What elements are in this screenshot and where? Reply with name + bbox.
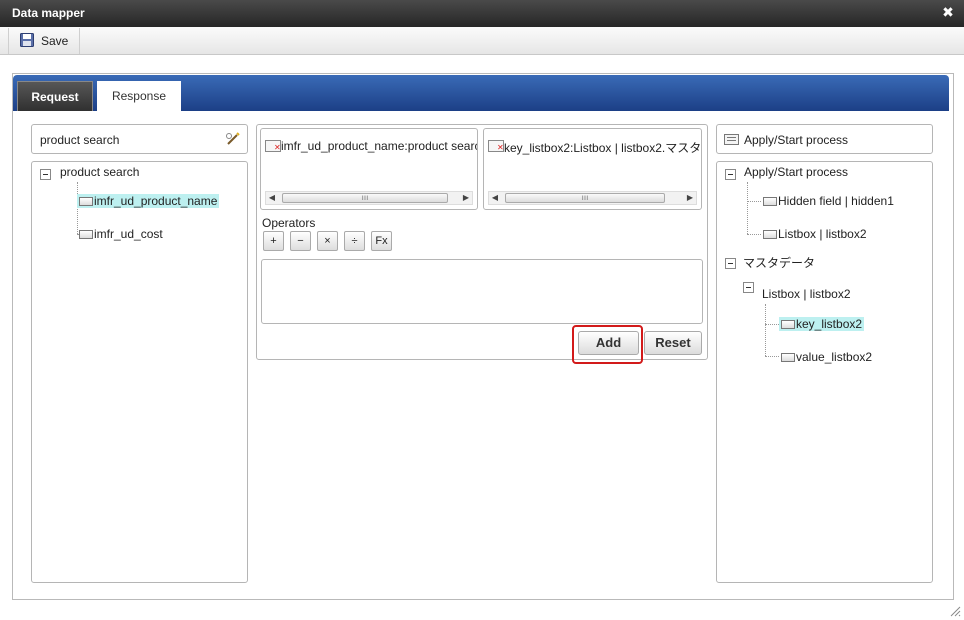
window-titlebar: Data mapper ✖ [0, 0, 964, 27]
scroll-right-icon[interactable]: ▶ [684, 192, 696, 204]
right-tree-subgroup[interactable]: Listbox | listbox2 [762, 287, 851, 301]
left-tree-root[interactable]: product search [60, 165, 139, 179]
scroll-thumb[interactable]: ııı [282, 193, 448, 203]
right-tree-root[interactable]: Apply/Start process [744, 165, 848, 179]
tree-line [765, 356, 779, 357]
field-icon [781, 320, 795, 329]
operators-label: Operators [262, 216, 316, 230]
tree-line [77, 182, 78, 234]
broken-link-icon [488, 140, 504, 152]
field-icon [79, 197, 93, 206]
horizontal-scrollbar[interactable]: ◀ ııı ▶ [488, 191, 697, 205]
left-tree-item-label: imfr_ud_cost [94, 227, 163, 241]
tree-line [765, 324, 779, 325]
field-icon [79, 230, 93, 239]
tree-line [747, 234, 761, 235]
right-tree-group[interactable]: マスタデータ [743, 254, 815, 271]
right-tree-item-label: value_listbox2 [796, 350, 873, 364]
field-icon [763, 197, 777, 206]
scroll-left-icon[interactable]: ◀ [266, 192, 278, 204]
toolbar: Save [0, 27, 964, 55]
right-tree-item-label: Listbox | listbox2 [778, 227, 867, 241]
field-icon [763, 230, 777, 239]
scroll-right-icon[interactable]: ▶ [460, 192, 472, 204]
add-button[interactable]: Add [578, 331, 639, 355]
save-label: Save [41, 34, 69, 48]
right-tree-item-hidden-field[interactable]: Hidden field | hidden1 [763, 194, 894, 208]
collapse-icon[interactable] [725, 169, 736, 180]
right-target-title: Apply/Start process [744, 133, 849, 147]
expr-right-box[interactable]: key_listbox2:Listbox | listbox2.マスタデータ ◀… [483, 128, 702, 210]
left-source-header: product search [31, 124, 248, 154]
window-title: Data mapper [12, 6, 85, 20]
left-tree-item-label: imfr_ud_product_name [94, 194, 218, 208]
right-tree-item-label: Hidden field | hidden1 [778, 194, 894, 208]
tree-line [765, 304, 766, 356]
tab-request[interactable]: Request [17, 81, 93, 111]
operator-minus-button[interactable]: − [290, 231, 311, 251]
right-tree-item-key-listbox2[interactable]: key_listbox2 [779, 317, 865, 331]
broken-link-icon [265, 140, 281, 152]
expr-left-box[interactable]: imfr_ud_product_name:product search ◀ ıı… [260, 128, 478, 210]
operator-divide-button[interactable]: ÷ [344, 231, 365, 251]
left-tree-item-cost[interactable]: imfr_ud_cost [79, 227, 163, 241]
collapse-icon[interactable] [40, 169, 51, 180]
tab-bar: Request Response [13, 75, 949, 111]
edit-wand-icon[interactable] [225, 132, 241, 146]
process-icon [724, 134, 739, 145]
left-tree-item-product-name[interactable]: imfr_ud_product_name [77, 194, 220, 208]
right-tree-item-value-listbox2[interactable]: value_listbox2 [781, 350, 872, 364]
collapse-icon[interactable] [725, 258, 736, 269]
left-tree-panel: product search imfr_ud_product_name imfr… [31, 161, 248, 583]
right-tree-panel: Apply/Start process Hidden field | hidde… [716, 161, 933, 583]
reset-button[interactable]: Reset [644, 331, 702, 355]
tab-response[interactable]: Response [97, 81, 181, 111]
scroll-left-icon[interactable]: ◀ [489, 192, 501, 204]
tree-line [747, 182, 748, 234]
operator-plus-button[interactable]: + [263, 231, 284, 251]
right-tree-item-listbox[interactable]: Listbox | listbox2 [763, 227, 867, 241]
operator-multiply-button[interactable]: × [317, 231, 338, 251]
expr-left-text: imfr_ud_product_name:product search [281, 139, 478, 153]
left-source-title: product search [40, 133, 120, 147]
operator-function-button[interactable]: Fx [371, 231, 392, 251]
save-button[interactable]: Save [8, 28, 80, 54]
close-icon[interactable]: ✖ [942, 5, 954, 19]
tree-line [747, 201, 761, 202]
resize-grip-icon[interactable] [949, 605, 961, 617]
formula-textarea[interactable] [261, 259, 703, 324]
horizontal-scrollbar[interactable]: ◀ ııı ▶ [265, 191, 473, 205]
field-icon [781, 353, 795, 362]
expr-right-text: key_listbox2:Listbox | listbox2.マスタデータ [504, 141, 702, 155]
scroll-thumb[interactable]: ııı [505, 193, 665, 203]
floppy-disk-icon [20, 33, 34, 47]
collapse-icon[interactable] [743, 282, 754, 293]
right-tree-item-label: key_listbox2 [796, 317, 863, 331]
right-target-header: Apply/Start process [716, 124, 933, 154]
